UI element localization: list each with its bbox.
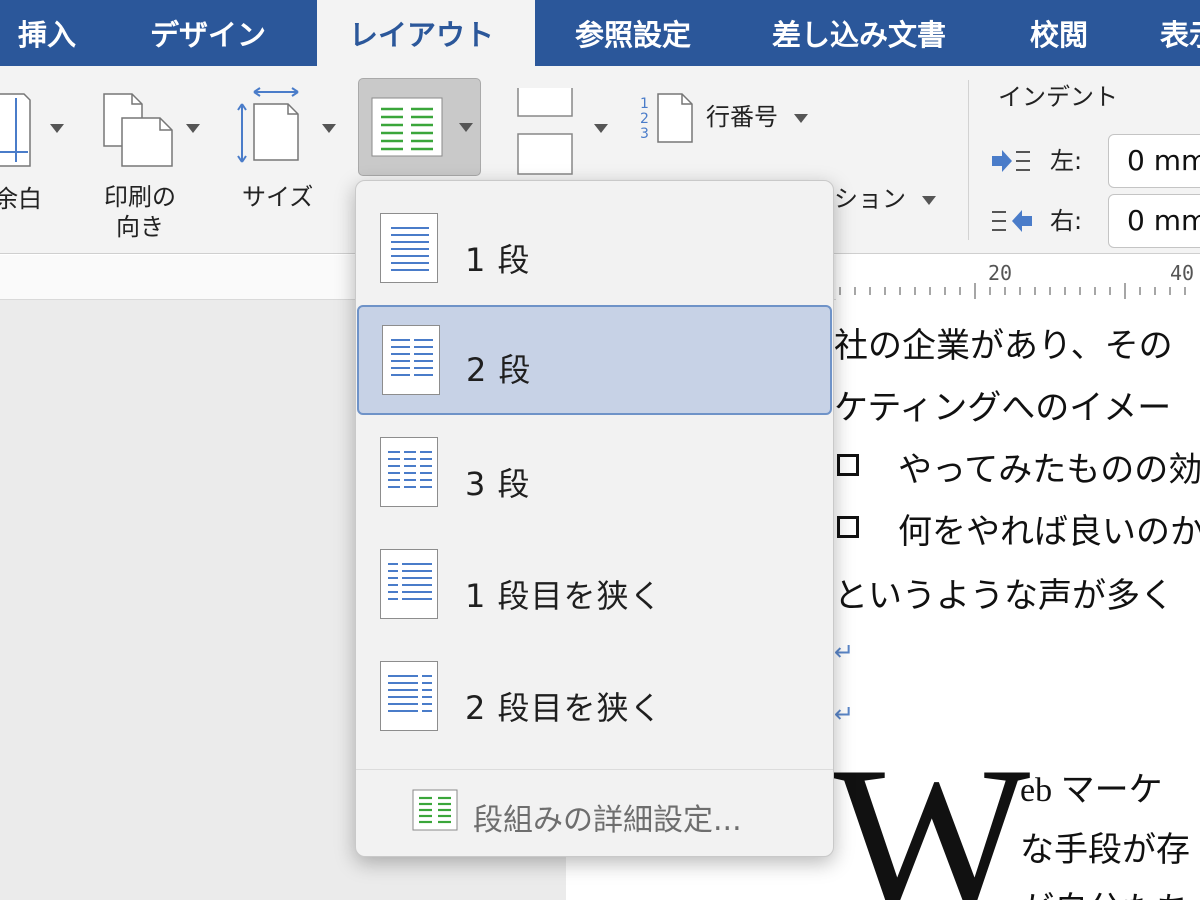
hyphenation-label: ション — [834, 185, 906, 213]
tab-review[interactable]: 校閲 — [1030, 0, 1088, 66]
size-dropdown-arrow[interactable] — [322, 124, 336, 133]
breaks-icon — [517, 88, 573, 175]
indent-left-icon — [992, 150, 1030, 172]
size-label: サイズ — [242, 183, 314, 211]
doc-para-line-3: が自分たち — [1020, 882, 1190, 900]
margins-button[interactable]: 余白 — [0, 86, 75, 236]
margins-icon — [0, 93, 31, 167]
orientation-label: 印刷の 向き — [104, 183, 176, 241]
ruler-label-40: 40 — [1170, 261, 1195, 285]
margins-label: 余白 — [0, 185, 42, 213]
doc-line-2: ケティングへのイメー — [834, 388, 1172, 428]
orientation-icon — [103, 93, 173, 167]
indent-left-label: 左: — [1050, 147, 1083, 175]
two-columns-icon — [382, 325, 440, 395]
doc-line-5: というような声が多く — [834, 576, 1174, 616]
indent-right-icon — [992, 210, 1032, 232]
menu-item-label: 1 段 — [465, 241, 531, 279]
menu-item-right-narrow[interactable]: 2 段目を狭く — [356, 643, 833, 753]
doc-line-4: 何をやれば良いのか — [898, 512, 1200, 552]
ribbon-group-separator — [968, 80, 969, 240]
checkbox-bullet-icon — [837, 516, 859, 538]
menu-item-one-column[interactable]: 1 段 — [356, 195, 833, 305]
breaks-dropdown-arrow[interactable] — [594, 124, 608, 133]
size-icon — [237, 87, 299, 163]
tab-view[interactable]: 表示 — [1160, 0, 1200, 66]
margins-dropdown-arrow[interactable] — [50, 124, 64, 133]
columns-dropdown-arrow[interactable] — [459, 123, 473, 132]
one-column-icon — [380, 213, 438, 283]
drop-cap-letter: W — [832, 724, 1031, 900]
menu-item-more-columns-label: 段組みの詳細設定... — [473, 803, 742, 838]
menu-item-label: 2 段 — [466, 351, 532, 389]
tab-references[interactable]: 参照設定 — [575, 0, 691, 66]
hyphenation-button[interactable]: ション — [834, 182, 944, 222]
menu-separator — [356, 769, 833, 770]
size-button[interactable]: サイズ — [232, 86, 342, 236]
breaks-button[interactable] — [512, 86, 612, 186]
line-numbers-dropdown-arrow[interactable] — [794, 114, 808, 123]
line-numbers-button[interactable]: 1 2 3 行番号 — [638, 90, 818, 150]
columns-icon — [371, 97, 443, 157]
orientation-button[interactable]: 印刷の 向き — [96, 86, 206, 246]
horizontal-ruler[interactable]: 20 40 — [836, 255, 1200, 300]
return-mark-icon: ↵ — [834, 638, 855, 666]
three-columns-icon — [380, 437, 438, 507]
svg-text:3: 3 — [640, 126, 649, 142]
left-narrow-columns-icon — [380, 549, 438, 619]
tab-mailings[interactable]: 差し込み文書 — [772, 0, 946, 66]
menu-item-label: 2 段目を狭く — [465, 689, 663, 727]
right-narrow-columns-icon — [380, 661, 438, 731]
orientation-dropdown-arrow[interactable] — [186, 124, 200, 133]
tab-insert[interactable]: 挿入 — [18, 0, 76, 66]
menu-item-two-columns[interactable]: 2 段 — [357, 305, 832, 415]
columns-dropdown-menu: 1 段 2 段 3 段 1 段目を狭く 2 段目を狭く 段組みの詳細設定... — [355, 180, 834, 857]
menu-item-three-columns[interactable]: 3 段 — [356, 419, 833, 529]
line-numbers-label: 行番号 — [706, 103, 778, 131]
svg-text:1: 1 — [640, 96, 649, 112]
hyphenation-dropdown-arrow[interactable] — [922, 196, 936, 205]
ruler-ticks — [839, 283, 1186, 299]
columns-button[interactable] — [358, 78, 481, 176]
tab-design[interactable]: デザイン — [150, 0, 266, 66]
ruler-label-20: 20 — [988, 261, 1013, 285]
ribbon-tab-bar: 挿入 デザイン レイアウト 参照設定 差し込み文書 校閲 表示 — [0, 0, 1200, 66]
line-numbers-icon: 1 2 3 — [640, 93, 693, 143]
doc-para-line-2: な手段が存 — [1020, 832, 1190, 869]
svg-text:2: 2 — [640, 111, 649, 127]
doc-line-1: 社の企業があり、その — [834, 326, 1173, 366]
indent-group-title: インデント — [998, 83, 1118, 111]
indent-right-label: 右: — [1050, 207, 1083, 235]
tab-layout[interactable]: レイアウト — [317, 0, 535, 66]
checkbox-bullet-icon — [837, 454, 859, 476]
columns-settings-icon — [412, 789, 458, 831]
doc-line-3: やってみたものの効 — [898, 450, 1200, 490]
indent-right-field[interactable]: 0 mm — [1108, 194, 1200, 248]
menu-item-label: 1 段目を狭く — [465, 577, 663, 615]
indent-left-field[interactable]: 0 mm — [1108, 134, 1200, 188]
doc-para-line-1: eb マーケ — [1020, 772, 1163, 809]
menu-item-label: 3 段 — [465, 465, 531, 503]
menu-item-left-narrow[interactable]: 1 段目を狭く — [356, 531, 833, 641]
